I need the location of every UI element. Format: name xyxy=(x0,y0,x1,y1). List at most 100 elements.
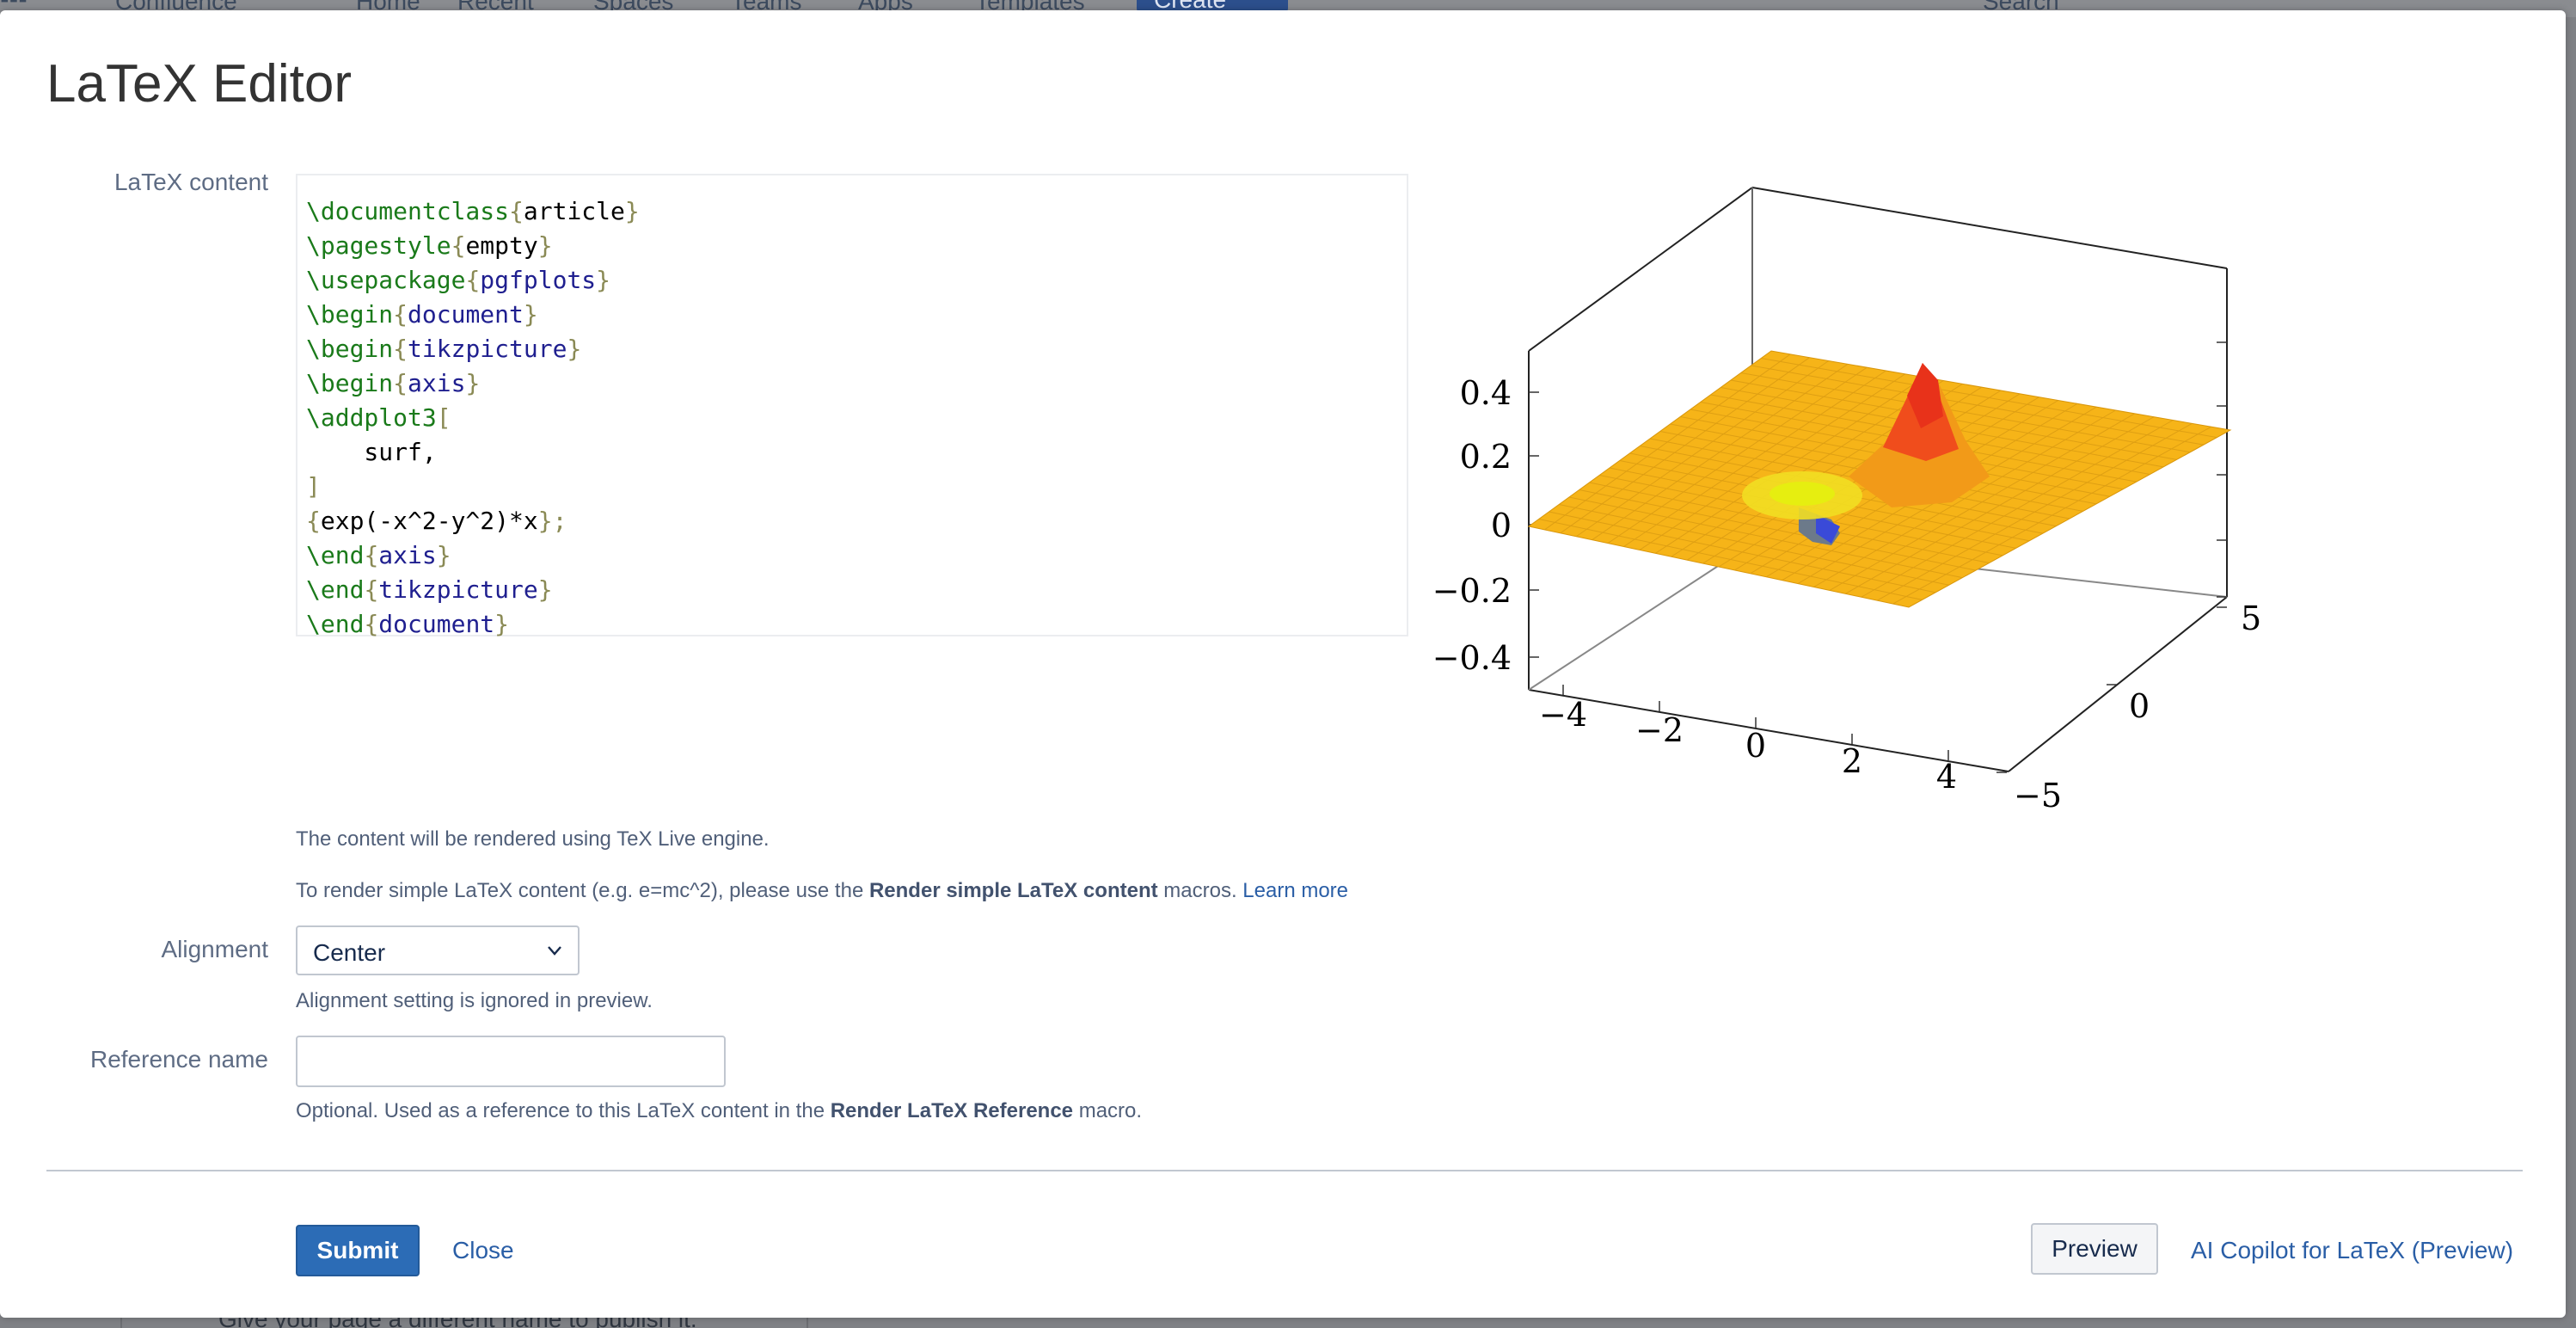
code-token: \documentclass xyxy=(306,197,510,225)
preview-button[interactable]: Preview xyxy=(2031,1223,2158,1275)
code-line: \end{axis} xyxy=(306,538,1398,573)
code-token: } xyxy=(494,610,510,638)
latex-content-label: LaTeX content xyxy=(113,169,268,195)
latex-editor-dialog: LaTeX Editor LaTeX content \documentclas… xyxy=(0,10,2566,1318)
alignment-help-text: Alignment setting is ignored in preview. xyxy=(296,989,653,1012)
code-token: \end xyxy=(306,575,365,604)
reference-help-suffix: macro. xyxy=(1073,1099,1143,1122)
code-line: \addplot3[ xyxy=(306,401,1398,435)
surface-dip-center xyxy=(1769,482,1835,506)
z-tick-label: −0.4 xyxy=(1432,639,1512,677)
reference-help-macro-name: Render LaTeX Reference xyxy=(830,1099,1074,1122)
code-line: \pagestyle{empty} xyxy=(306,229,1398,263)
x-tick-label: −4 xyxy=(1539,696,1587,734)
axis-edge xyxy=(1528,187,1753,352)
learn-more-link[interactable]: Learn more xyxy=(1242,879,1348,902)
code-line: {exp(-x^2-y^2)*x}; xyxy=(306,504,1398,538)
code-token: article xyxy=(523,197,625,225)
code-token: \begin xyxy=(306,369,394,397)
code-token: document xyxy=(378,610,495,638)
code-token: { xyxy=(306,507,321,535)
code-line: \begin{document} xyxy=(306,298,1398,332)
latex-code-editor[interactable]: \documentclass{article} \pagestyle{empty}… xyxy=(296,174,1408,638)
latex-preview-plot: 0.4 0.2 0 −0.2 −0.4 −4 −2 0 2 4 5 0 −5 xyxy=(1432,187,2261,815)
x-tick-label: −2 xyxy=(1635,711,1684,749)
code-token: } xyxy=(624,197,640,225)
z-tick-label: 0.2 xyxy=(1460,438,1512,476)
code-token: pgfplots xyxy=(480,266,597,294)
code-token: { xyxy=(393,335,408,363)
reference-name-input[interactable] xyxy=(296,1036,726,1087)
reference-name-label: Reference name xyxy=(89,1046,268,1073)
code-token: } xyxy=(537,231,553,260)
simple-help-macro-name: Render simple LaTeX content xyxy=(868,879,1158,902)
alignment-value: Center xyxy=(313,939,386,966)
chevron-down-icon xyxy=(548,946,561,956)
code-token: \addplot3 xyxy=(306,403,437,432)
code-line: ] xyxy=(306,470,1398,504)
axis-edge xyxy=(1751,187,2228,269)
code-line: \usepackage{pgfplots} xyxy=(306,263,1398,298)
code-token: } xyxy=(537,575,553,604)
code-token: ] xyxy=(306,472,321,501)
z-tick-labels: 0.4 0.2 0 −0.2 −0.4 xyxy=(1432,374,1512,677)
surface xyxy=(1527,350,2232,608)
axis-edge xyxy=(2008,596,2228,772)
y-tick-labels: 5 0 −5 xyxy=(2014,599,2261,815)
code-token: \usepackage xyxy=(306,266,466,294)
y-tick-label: 0 xyxy=(2129,687,2150,725)
footer-divider xyxy=(46,1170,2523,1171)
code-line: \begin{axis} xyxy=(306,366,1398,401)
alignment-label: Alignment xyxy=(161,936,268,962)
code-token: { xyxy=(364,610,379,638)
y-tick-label: 5 xyxy=(2241,599,2261,637)
code-token: { xyxy=(465,266,481,294)
code-token: exp(-x^2-y^2)*x xyxy=(320,507,538,535)
code-token: { xyxy=(393,369,408,397)
code-token: } xyxy=(567,335,582,363)
code-token: \pagestyle xyxy=(306,231,451,260)
code-token: axis xyxy=(408,369,466,397)
code-token: tikzpicture xyxy=(408,335,567,363)
code-token: [ xyxy=(436,403,451,432)
code-token: { xyxy=(451,231,466,260)
x-tick-label: 4 xyxy=(1936,758,1957,796)
simple-help-suffix: macros. xyxy=(1157,879,1243,902)
y-tick-label: −5 xyxy=(2014,777,2062,815)
code-line: \begin{tikzpicture} xyxy=(306,332,1398,366)
ai-copilot-link[interactable]: AI Copilot for LaTeX (Preview) xyxy=(2191,1237,2513,1264)
code-line: \documentclass{article} xyxy=(306,194,1398,229)
alignment-select[interactable]: Center xyxy=(296,925,580,975)
close-button[interactable]: Close xyxy=(452,1237,514,1264)
code-token: \begin xyxy=(306,300,394,329)
code-token: { xyxy=(364,575,379,604)
reference-help-prefix: Optional. Used as a reference to this La… xyxy=(296,1099,831,1122)
dialog-title: LaTeX Editor xyxy=(46,54,352,114)
x-tick-labels: −4 −2 0 2 4 xyxy=(1539,696,1957,796)
code-line: \end{tikzpicture} xyxy=(306,573,1398,607)
engine-help-text: The content will be rendered using TeX L… xyxy=(296,827,770,851)
code-token: empty xyxy=(465,231,538,260)
simple-help-prefix: To render simple LaTeX content (e.g. e=m… xyxy=(296,879,869,902)
code-token: surf, xyxy=(306,438,437,466)
z-tick-label: −0.2 xyxy=(1432,572,1512,610)
simple-latex-help: To render simple LaTeX content (e.g. e=m… xyxy=(296,879,1348,903)
code-line: \end{document} xyxy=(306,607,1398,642)
code-token: \begin xyxy=(306,335,394,363)
submit-button[interactable]: Submit xyxy=(296,1225,420,1276)
code-token: } xyxy=(465,369,481,397)
code-token: tikzpicture xyxy=(378,575,538,604)
code-token: \end xyxy=(306,541,365,569)
code-token: { xyxy=(364,541,379,569)
code-token: } xyxy=(523,300,538,329)
code-token: \end xyxy=(306,610,365,638)
z-tick-label: 0.4 xyxy=(1460,374,1512,412)
code-token: }; xyxy=(537,507,567,535)
x-tick-label: 2 xyxy=(1842,742,1862,780)
reference-help-text: Optional. Used as a reference to this La… xyxy=(296,1099,1142,1123)
code-token: } xyxy=(596,266,611,294)
code-line: surf, xyxy=(306,435,1398,470)
code-token: document xyxy=(408,300,524,329)
z-tick-label: 0 xyxy=(1491,507,1512,544)
code-token: { xyxy=(509,197,524,225)
